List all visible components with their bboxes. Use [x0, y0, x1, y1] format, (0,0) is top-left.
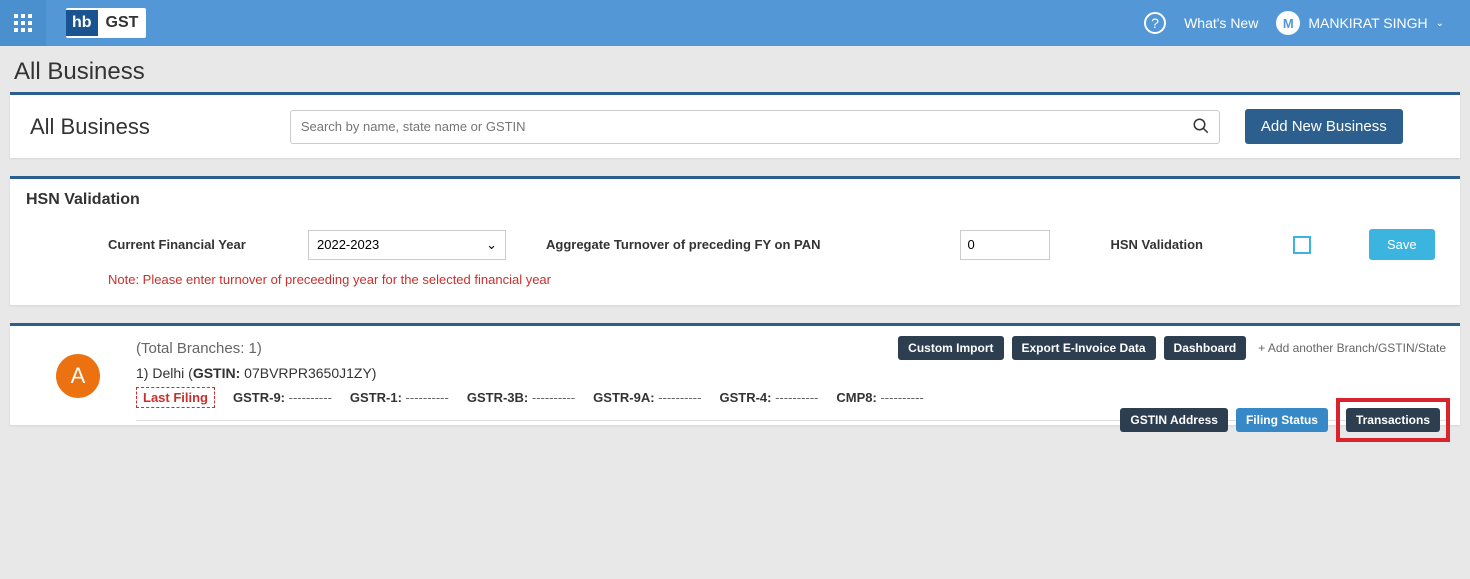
- hsn-validation-label: HSN Validation: [1110, 237, 1202, 252]
- chevron-down-icon: ⌄: [1436, 18, 1444, 29]
- cmp8: CMP8: ----------: [836, 390, 923, 405]
- hsn-validation-checkbox[interactable]: [1293, 236, 1311, 254]
- filing-status-button[interactable]: Filing Status: [1236, 408, 1328, 432]
- chevron-down-icon: ⌄: [486, 237, 497, 253]
- search-input[interactable]: [290, 110, 1220, 144]
- user-menu[interactable]: M MANKIRAT SINGH ⌄: [1276, 11, 1444, 35]
- business-panel: A (Total Branches: 1) 1) Delhi (GSTIN: 0…: [10, 323, 1460, 425]
- whats-new-link[interactable]: What's New: [1184, 15, 1258, 31]
- turnover-input[interactable]: [960, 230, 1050, 260]
- gstr-4: GSTR-4: ----------: [719, 390, 818, 405]
- hsn-panel: HSN Validation Current Financial Year 20…: [10, 176, 1460, 305]
- logo[interactable]: hb GST: [66, 8, 146, 38]
- branch-info: 1) Delhi (GSTIN: 07BVRPR3650J1ZY): [136, 365, 1450, 381]
- add-branch-link[interactable]: + Add another Branch/GSTIN/State: [1254, 341, 1450, 355]
- turnover-label: Aggregate Turnover of preceding FY on PA…: [546, 237, 820, 252]
- save-button[interactable]: Save: [1369, 229, 1435, 260]
- search-icon[interactable]: [1192, 117, 1210, 135]
- fy-select[interactable]: 2022-2023 ⌄: [308, 230, 506, 260]
- hsn-note: Note: Please enter turnover of preceedin…: [10, 268, 1460, 305]
- search-panel: All Business Add New Business: [10, 92, 1460, 158]
- help-icon[interactable]: ?: [1144, 12, 1166, 34]
- user-avatar: M: [1276, 11, 1300, 35]
- top-navbar: hb GST ? What's New M MANKIRAT SINGH ⌄: [0, 0, 1470, 46]
- business-top-actions: Custom Import Export E-Invoice Data Dash…: [898, 336, 1450, 360]
- apps-menu-button[interactable]: [0, 0, 46, 46]
- gstr-3b: GSTR-3B: ----------: [467, 390, 575, 405]
- last-filing-badge[interactable]: Last Filing: [136, 387, 215, 408]
- gstin-address-button[interactable]: GSTIN Address: [1120, 408, 1228, 432]
- gstr-1: GSTR-1: ----------: [350, 390, 449, 405]
- logo-hb: hb: [66, 10, 98, 36]
- panel-title: All Business: [30, 114, 150, 140]
- transactions-highlight: Transactions: [1336, 398, 1450, 442]
- user-name: MANKIRAT SINGH: [1308, 15, 1427, 31]
- apps-grid-icon: [14, 14, 32, 32]
- add-new-business-button[interactable]: Add New Business: [1245, 109, 1403, 144]
- dashboard-button[interactable]: Dashboard: [1164, 336, 1247, 360]
- export-einvoice-button[interactable]: Export E-Invoice Data: [1012, 336, 1156, 360]
- hsn-title: HSN Validation: [10, 179, 1460, 215]
- gstr-9a: GSTR-9A: ----------: [593, 390, 701, 405]
- page-title: All Business: [0, 46, 1470, 92]
- fy-select-value: 2022-2023: [317, 237, 379, 252]
- business-avatar: A: [56, 354, 100, 398]
- logo-gst: GST: [98, 10, 147, 36]
- fy-label: Current Financial Year: [108, 237, 308, 252]
- gstr-9: GSTR-9: ----------: [233, 390, 332, 405]
- transactions-button[interactable]: Transactions: [1346, 408, 1440, 432]
- branch-row-actions: GSTIN Address Filing Status Transactions: [1120, 398, 1450, 442]
- custom-import-button[interactable]: Custom Import: [898, 336, 1003, 360]
